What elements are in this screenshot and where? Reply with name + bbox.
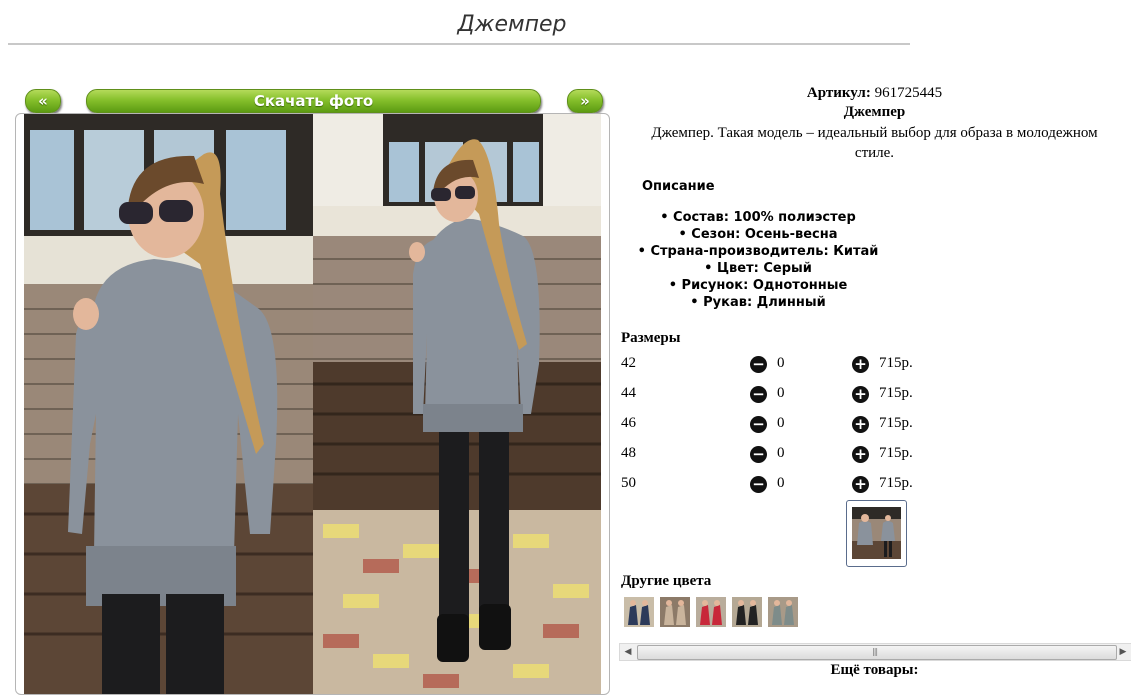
size-value: 50	[621, 475, 636, 491]
scroll-left-arrow-icon[interactable]: ◀	[620, 644, 636, 660]
size-qty: 0	[777, 415, 785, 431]
size-value: 42	[621, 355, 636, 371]
size-price: 715р.	[879, 445, 913, 461]
size-qty: 0	[777, 355, 785, 371]
attribute-item: Страна-производитель: Китай	[618, 243, 898, 260]
next-photo-button[interactable]: »	[567, 89, 603, 113]
other-color-thumbnail[interactable]	[696, 597, 726, 627]
size-price: 715р.	[879, 385, 913, 401]
other-colors-heading: Другие цвета	[621, 573, 712, 589]
decrease-qty-button[interactable]: −	[750, 476, 767, 493]
sku-line: Артикул: 961725445	[618, 85, 1131, 102]
size-value: 44	[621, 385, 636, 401]
description-heading: Описание	[642, 179, 715, 194]
attribute-item: Цвет: Серый	[618, 260, 898, 277]
size-price: 715р.	[879, 475, 913, 491]
size-price: 715р.	[879, 355, 913, 371]
size-qty: 0	[777, 475, 785, 491]
attribute-list: Состав: 100% полиэстер Сезон: Осень-весн…	[618, 209, 898, 311]
sizes-heading: Размеры	[621, 330, 681, 346]
download-photo-button[interactable]: Скачать фото	[86, 89, 541, 113]
sku-label: Артикул:	[806, 85, 871, 101]
attribute-item: Рукав: Длинный	[618, 294, 898, 311]
product-photo-full	[313, 114, 601, 694]
sku-value: 961725445	[874, 85, 943, 101]
product-photo-frame	[15, 113, 610, 695]
horizontal-scrollbar[interactable]: ◀ ||| ▶	[619, 643, 1131, 661]
increase-qty-button[interactable]: +	[852, 446, 869, 463]
decrease-qty-button[interactable]: −	[750, 356, 767, 373]
increase-qty-button[interactable]: +	[852, 416, 869, 433]
scrollbar-thumb[interactable]: |||	[637, 645, 1117, 660]
other-color-thumbnail[interactable]	[732, 597, 762, 627]
other-color-thumbnail[interactable]	[660, 597, 690, 627]
other-color-thumbnail[interactable]	[624, 597, 654, 627]
product-info: Артикул: 961725445 Джемпер Джемпер. Така…	[618, 85, 1131, 163]
scroll-right-arrow-icon[interactable]: ▶	[1115, 644, 1131, 660]
current-photo-thumbnail[interactable]	[846, 500, 907, 567]
decrease-qty-button[interactable]: −	[750, 386, 767, 403]
increase-qty-button[interactable]: +	[852, 386, 869, 403]
other-color-thumbnail[interactable]	[768, 597, 798, 627]
size-value: 46	[621, 415, 636, 431]
size-qty: 0	[777, 445, 785, 461]
increase-qty-button[interactable]: +	[852, 476, 869, 493]
scrollbar-grip-icon: |||	[872, 647, 878, 656]
attribute-item: Состав: 100% полиэстер	[618, 209, 898, 226]
prev-photo-button[interactable]: «	[25, 89, 61, 113]
decrease-qty-button[interactable]: −	[750, 416, 767, 433]
increase-qty-button[interactable]: +	[852, 356, 869, 373]
attribute-item: Рисунок: Однотонные	[618, 277, 898, 294]
product-description: Джемпер. Такая модель – идеальный выбор …	[651, 125, 1098, 161]
size-qty: 0	[777, 385, 785, 401]
decrease-qty-button[interactable]: −	[750, 446, 767, 463]
size-price: 715р.	[879, 415, 913, 431]
page-title: Джемпер	[457, 12, 567, 37]
product-name: Джемпер	[843, 104, 906, 120]
product-photo-closeup	[24, 114, 313, 694]
attribute-item: Сезон: Осень-весна	[618, 226, 898, 243]
more-goods-heading: Ещё товары:	[830, 662, 919, 678]
size-value: 48	[621, 445, 636, 461]
title-divider	[8, 43, 910, 45]
